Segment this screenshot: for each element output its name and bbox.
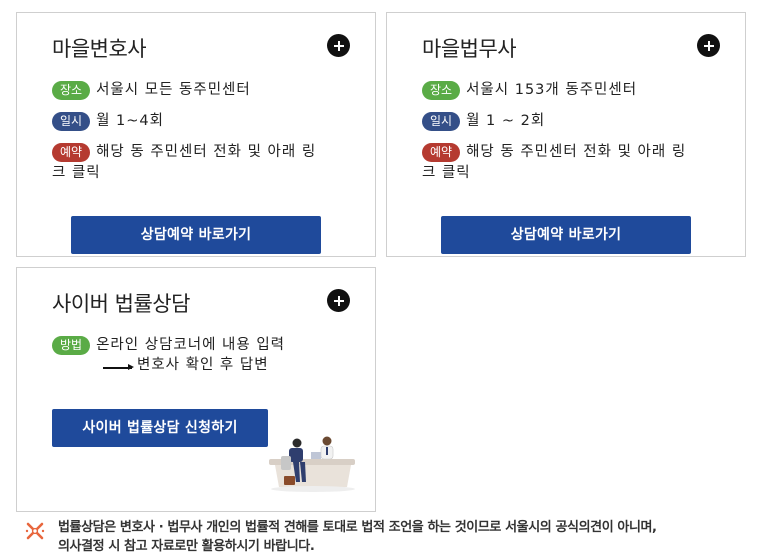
card-title: 마을변호사 xyxy=(52,37,147,61)
card-title: 사이버 법률상담 xyxy=(52,292,190,316)
place-text: 서울시 모든 동주민센터 xyxy=(96,82,251,98)
date-row: 일시 월 1~4회 xyxy=(52,110,164,133)
notice-line1: 법률상담은 변호사 · 법무사 개인의 법률적 견해를 토대로 법적 조언을 하… xyxy=(58,520,657,535)
place-row: 장소 서울시 153개 동주민센터 xyxy=(422,79,637,102)
reserve-badge: 예약 xyxy=(52,143,91,162)
reservation-button[interactable]: 상담예약 바로가기 xyxy=(71,216,321,254)
arrow-right-icon xyxy=(103,364,134,370)
date-badge: 일시 xyxy=(422,112,461,131)
village-lawyer-card: 마을변호사 장소 서울시 모든 동주민센터 일시 월 1~4회 예약 해당 동 … xyxy=(16,12,376,257)
place-row: 장소 서울시 모든 동주민센터 xyxy=(52,79,251,102)
plus-circle-icon[interactable] xyxy=(327,34,350,57)
card-title: 마을법무사 xyxy=(422,37,517,61)
method-text-line2: 변호사 확인 후 답변 xyxy=(137,357,269,373)
notice-line2: 의사결정 시 참고 자료로만 활용하시기 바랍니다. xyxy=(58,539,315,554)
cyber-consultation-button[interactable]: 사이버 법률상담 신청하기 xyxy=(52,409,268,447)
plus-circle-icon[interactable] xyxy=(327,289,350,312)
place-text: 서울시 153개 동주민센터 xyxy=(466,82,638,98)
date-badge: 일시 xyxy=(52,112,91,131)
reserve-text-line2: 크 클릭 xyxy=(422,165,471,181)
consultation-illustration xyxy=(269,436,355,492)
method-badge: 방법 xyxy=(52,336,91,355)
notice-x-icon xyxy=(25,522,45,540)
date-text: 월 1 ~ 2회 xyxy=(466,113,546,129)
plus-circle-icon[interactable] xyxy=(697,34,720,57)
date-row: 일시 월 1 ~ 2회 xyxy=(422,110,545,133)
reserve-badge: 예약 xyxy=(422,143,461,162)
reservation-button[interactable]: 상담예약 바로가기 xyxy=(441,216,691,254)
reserve-text-line1: 해당 동 주민센터 전화 및 아래 링 xyxy=(96,144,317,160)
place-badge: 장소 xyxy=(422,81,461,100)
reserve-text-line1: 해당 동 주민센터 전화 및 아래 링 xyxy=(466,144,687,160)
reserve-row: 예약 해당 동 주민센터 전화 및 아래 링 xyxy=(422,141,722,164)
reserve-row: 예약 해당 동 주민센터 전화 및 아래 링 xyxy=(52,141,352,164)
reserve-text-line2: 크 클릭 xyxy=(52,165,101,181)
date-text: 월 1~4회 xyxy=(96,113,164,129)
village-legal-scrivener-card: 마을법무사 장소 서울시 153개 동주민센터 일시 월 1 ~ 2회 예약 해… xyxy=(386,12,746,257)
place-badge: 장소 xyxy=(52,81,91,100)
cyber-legal-consultation-card: 사이버 법률상담 방법 온라인 상담코너에 내용 입력 변호사 확인 후 답변 … xyxy=(16,267,376,512)
